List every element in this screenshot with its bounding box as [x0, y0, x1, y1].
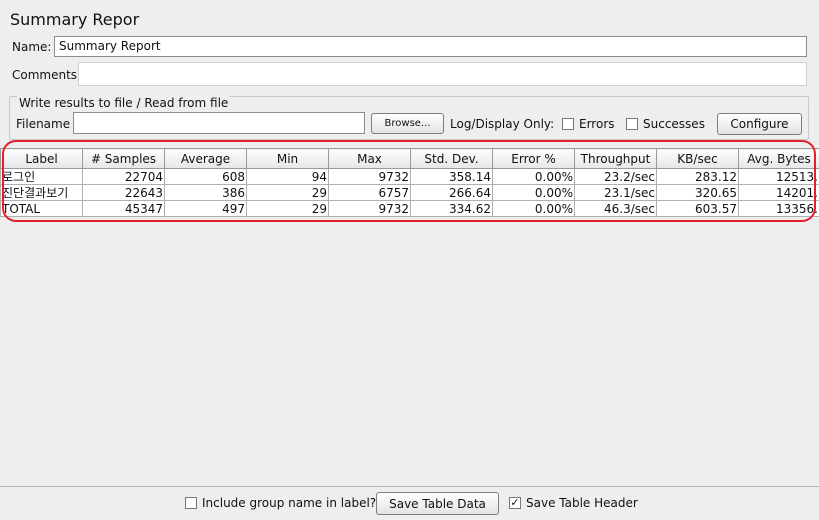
column-header-samples[interactable]: # Samples [82, 148, 165, 169]
table-cell: 45347 [82, 200, 165, 217]
table-cell: 22704 [82, 168, 165, 185]
log-display-label: Log/Display Only: [450, 117, 555, 131]
filename-label: Filename [16, 117, 71, 131]
table-row-total[interactable]: TOTAL 45347 497 29 9732 334.62 0.00% 46.… [0, 200, 819, 217]
table-row[interactable]: 진단결과보기 22643 386 29 6757 266.64 0.00% 23… [0, 184, 819, 201]
table-cell: 12513. [738, 168, 819, 185]
table-cell: 22643 [82, 184, 165, 201]
column-header-kb-sec[interactable]: KB/sec [656, 148, 739, 169]
column-header-error[interactable]: Error % [492, 148, 575, 169]
table-cell: 23.2/sec [574, 168, 657, 185]
configure-button[interactable]: Configure [717, 113, 802, 135]
table-cell: 로그인 [0, 168, 83, 185]
browse-button[interactable]: Browse... [371, 113, 444, 134]
table-cell: 94 [246, 168, 329, 185]
table-cell: 608 [164, 168, 247, 185]
table-cell: 334.62 [410, 200, 493, 217]
errors-label: Errors [579, 117, 615, 131]
table-cell: 46.3/sec [574, 200, 657, 217]
table-cell: 603.57 [656, 200, 739, 217]
file-section-legend: Write results to file / Read from file [17, 96, 231, 110]
table-cell: 266.64 [410, 184, 493, 201]
column-header-throughput[interactable]: Throughput [574, 148, 657, 169]
save-table-header-checkbox[interactable]: ✓ [509, 497, 521, 509]
table-cell: 23.1/sec [574, 184, 657, 201]
column-header-average[interactable]: Average [164, 148, 247, 169]
table-cell: 386 [164, 184, 247, 201]
successes-checkbox[interactable] [626, 118, 638, 130]
comments-input[interactable] [78, 62, 807, 86]
column-header-avg-bytes[interactable]: Avg. Bytes [738, 148, 819, 169]
table-cell: 0.00% [492, 184, 575, 201]
table-cell: 283.12 [656, 168, 739, 185]
table-cell: 6757 [328, 184, 411, 201]
table-row[interactable]: 로그인 22704 608 94 9732 358.14 0.00% 23.2/… [0, 168, 819, 185]
table-cell: 497 [164, 200, 247, 217]
save-table-data-button[interactable]: Save Table Data [376, 492, 499, 515]
column-header-max[interactable]: Max [328, 148, 411, 169]
column-header-std-dev[interactable]: Std. Dev. [410, 148, 493, 169]
column-header-label[interactable]: Label [0, 148, 83, 169]
name-input[interactable]: Summary Report [54, 36, 807, 57]
name-label: Name: [12, 40, 52, 54]
table-cell: 320.65 [656, 184, 739, 201]
table-cell: 14201. [738, 184, 819, 201]
include-group-label: Include group name in label? [202, 496, 377, 510]
table-cell: 0.00% [492, 200, 575, 217]
table-cell: 13356. [738, 200, 819, 217]
successes-label: Successes [643, 117, 705, 131]
filename-input[interactable] [73, 112, 365, 134]
table-cell: 9732 [328, 168, 411, 185]
errors-checkbox[interactable] [562, 118, 574, 130]
page-title: Summary Repor [10, 10, 140, 29]
table-cell: 0.00% [492, 168, 575, 185]
table-cell: TOTAL [0, 200, 83, 217]
table-cell: 29 [246, 200, 329, 217]
table-cell: 358.14 [410, 168, 493, 185]
comments-label: Comments: [12, 68, 82, 82]
column-header-min[interactable]: Min [246, 148, 329, 169]
save-table-header-label: Save Table Header [526, 496, 638, 510]
checkmark-icon: ✓ [510, 496, 520, 509]
table-cell: 9732 [328, 200, 411, 217]
include-group-checkbox[interactable] [185, 497, 197, 509]
table-header-row: Label # Samples Average Min Max Std. Dev… [0, 148, 819, 169]
table-cell: 진단결과보기 [0, 184, 83, 201]
table-cell: 29 [246, 184, 329, 201]
summary-table: Label # Samples Average Min Max Std. Dev… [0, 148, 819, 217]
